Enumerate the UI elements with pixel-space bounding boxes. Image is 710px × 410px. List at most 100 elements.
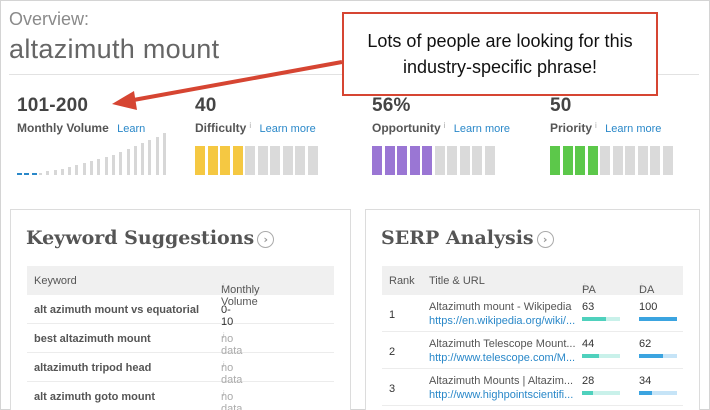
meter-segment-filled [562,146,573,175]
pa-value: 44 [582,338,595,350]
chevron-right-icon[interactable]: › [536,230,554,248]
opportunity-value: 56% [372,95,411,116]
volume-bar [46,171,50,175]
volume-bar [82,163,86,175]
volume-bar [17,173,22,175]
da-value: 100 [639,301,658,313]
pa-value: 63 [582,301,595,313]
volume-bar [31,173,37,175]
table-header: Keyword Monthly Volume i [27,266,334,308]
priority-info-icon[interactable]: i [595,121,597,130]
info-icon[interactable]: i [641,284,643,291]
volume-bar [126,149,130,175]
meter-segment-empty [625,146,635,175]
serp-analysis-heading: SERP Analysis › [381,227,554,249]
volume-bar [75,165,79,175]
meter-segment-filled [575,146,585,175]
result-url-link[interactable]: http://www.highpointscientifi... [429,389,573,401]
volume-bar [60,169,64,175]
difficulty-value: 40 [195,95,217,116]
da-bar-fill [639,391,652,395]
meter-segment-empty [484,146,495,175]
volume-bar [163,133,166,175]
table-header: Rank Title & URL PA i DA i [382,266,683,296]
keyword-suggestions-panel: Keyword Suggestions › Keyword Monthly Vol… [10,209,351,410]
volume-bar [148,140,152,175]
meter-segment-empty [257,146,268,175]
meter-segment-empty [472,146,482,175]
pa-bar-fill [582,391,593,395]
opportunity-label: Opportunity [372,121,441,135]
da-value: 62 [639,338,652,350]
info-icon[interactable]: i [223,391,225,398]
opportunity-info-icon[interactable]: i [444,121,446,130]
result-url-link[interactable]: http://www.telescope.com/M... [429,352,575,364]
chevron-right-icon[interactable]: › [257,230,275,248]
volume-bar [53,170,57,175]
meter-segment-empty [245,146,255,175]
rank-cell: 1 [389,309,396,321]
volume-bar [141,143,145,175]
table-row: alt azimuth goto mount no data i [27,382,334,410]
info-icon[interactable]: i [223,284,225,291]
difficulty-info-icon[interactable]: i [249,121,251,130]
difficulty-learn-more-link[interactable]: Learn more [259,123,315,135]
meter-segment-filled [422,146,432,175]
meter-segment-empty [295,146,305,175]
keyword-link[interactable]: altazimuth tripod head [34,362,151,374]
difficulty-label: Difficulty [195,121,247,135]
pa-value: 28 [582,375,595,387]
volume-bar [111,155,115,175]
pa-bar-fill [582,354,599,358]
volume-bar [104,157,108,175]
da-bar-fill [639,354,663,358]
serp-analysis-title: SERP Analysis [381,227,534,249]
col-keyword-header: Keyword [34,275,77,287]
keyword-title: altazimuth mount [9,34,220,64]
keyword-link[interactable]: best altazimuth mount [34,333,151,345]
priority-value: 50 [550,95,572,116]
callout-box: Lots of people are looking for this indu… [342,12,658,96]
volume-bar [133,146,137,175]
metric-monthly-volume: 101-200 Monthly Volume Learn [17,95,145,135]
meter-segment-filled [550,146,560,175]
meter-segment-empty [282,146,293,175]
keyword-link[interactable]: alt azimuth goto mount [34,391,155,403]
keyword-suggestions-heading: Keyword Suggestions › [26,227,275,249]
meter-segment-filled [195,146,205,175]
meter-segment-filled [220,146,230,175]
serp-analysis-panel: SERP Analysis › Rank Title & URL PA i DA i … [365,209,700,410]
rank-cell: 3 [389,383,396,395]
metric-difficulty: 40 Difficulty i Learn more [195,95,316,135]
meter-segment-filled [232,146,243,175]
info-icon[interactable]: i [223,333,225,340]
table-row: altazimuth tripod head no data i [27,353,334,386]
result-url-link[interactable]: https://en.wikipedia.org/wiki/... [429,315,575,327]
da-bar-fill [639,317,677,321]
callout-text: Lots of people are looking for this indu… [367,31,633,77]
meter-segment-empty [270,146,280,175]
da-value: 34 [639,375,652,387]
meter-segment-empty [650,146,660,175]
table-row: 2 Altazimuth Telescope Mount... http://www… [382,332,683,369]
meter-segment-filled [372,146,382,175]
priority-learn-more-link[interactable]: Learn more [605,123,661,135]
volume-bar [68,167,72,175]
meter-segment-filled [587,146,598,175]
keyword-link[interactable]: alt azimuth mount vs equatorial [34,304,199,316]
table-row: alt azimuth mount vs equatorial 0-10 [27,295,334,328]
info-icon[interactable]: i [223,362,225,369]
table-row: 1 Altazimuth mount - Wikipedia https://en.… [382,295,683,332]
monthly-volume-sparkbars [17,133,177,175]
meter-segment-filled [397,146,407,175]
result-title: Altazimuth mount - Wikipedia [429,301,572,313]
meter-segment-empty [612,146,623,175]
volume-bar [38,173,42,175]
opportunity-learn-more-link[interactable]: Learn more [454,123,510,135]
meter-segment-filled [384,146,395,175]
result-title: Altazimuth Telescope Mount... [429,338,576,350]
info-icon[interactable]: i [584,284,586,291]
keyword-suggestions-rows: alt azimuth mount vs equatorial 0-10 best … [27,295,334,410]
result-title: Altazimuth Mounts | Altazim... [429,375,574,387]
keyword-suggestions-title: Keyword Suggestions [26,227,255,249]
